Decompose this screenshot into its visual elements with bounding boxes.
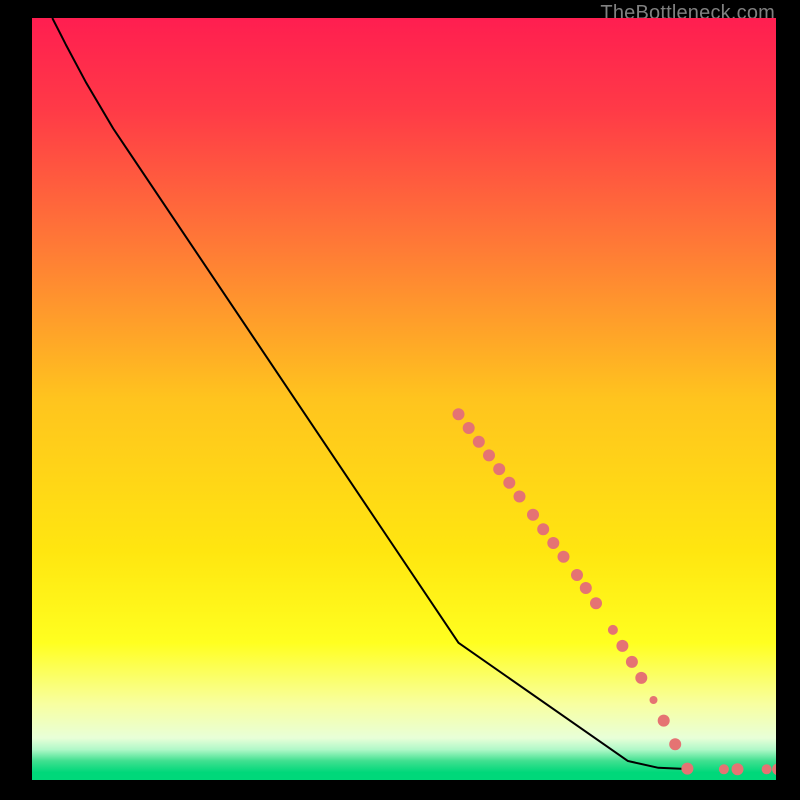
- data-marker: [547, 537, 559, 549]
- data-marker: [493, 463, 505, 475]
- chart-svg: [32, 18, 776, 780]
- data-marker: [635, 672, 647, 684]
- data-marker: [514, 491, 526, 503]
- data-marker: [616, 640, 628, 652]
- data-marker: [537, 523, 549, 535]
- data-marker: [527, 509, 539, 521]
- data-marker: [626, 656, 638, 668]
- data-marker: [463, 422, 475, 434]
- data-marker: [608, 625, 618, 635]
- data-marker: [669, 738, 681, 750]
- data-marker: [571, 569, 583, 581]
- data-marker: [681, 763, 693, 775]
- chart-frame: TheBottleneck.com: [0, 0, 800, 800]
- data-marker: [732, 763, 744, 775]
- data-marker: [762, 764, 772, 774]
- data-marker: [650, 696, 658, 704]
- data-marker: [453, 408, 465, 420]
- data-marker: [483, 449, 495, 461]
- data-marker: [503, 477, 515, 489]
- gradient-background: [32, 18, 776, 780]
- plot-area: [32, 18, 776, 780]
- data-marker: [590, 597, 602, 609]
- data-marker: [658, 715, 670, 727]
- data-marker: [473, 436, 485, 448]
- data-marker: [558, 551, 570, 563]
- data-marker: [580, 582, 592, 594]
- data-marker: [719, 764, 729, 774]
